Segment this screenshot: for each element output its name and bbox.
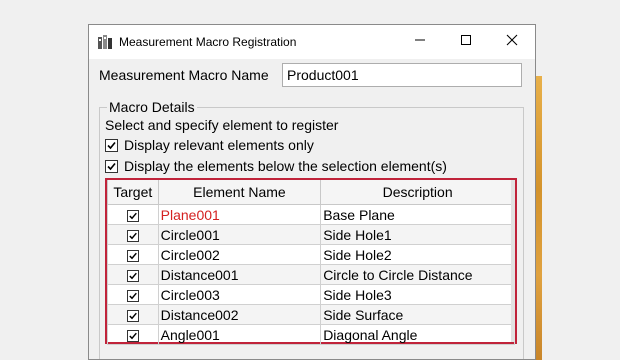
table-row[interactable]: Distance002 Side Surface xyxy=(107,304,515,325)
close-button[interactable] xyxy=(489,25,535,59)
background-window-area xyxy=(542,0,620,360)
table-header: Target Element Name Description xyxy=(107,180,515,205)
element-name-cell[interactable]: Distance001 xyxy=(157,264,322,285)
description-cell[interactable]: Side Hole3 xyxy=(320,284,515,305)
instruction-text: Select and specify element to register xyxy=(105,117,339,133)
target-cell[interactable] xyxy=(107,224,159,245)
minimize-icon xyxy=(414,33,426,51)
element-name-cell[interactable]: Distance002 xyxy=(157,304,322,325)
element-name-cell[interactable]: Plane001 xyxy=(157,204,322,225)
description-cell[interactable]: Side Hole2 xyxy=(320,244,515,265)
target-checkbox[interactable] xyxy=(126,229,139,242)
description-cell[interactable]: Circle to Circle Distance xyxy=(320,264,515,285)
relevant-elements-option[interactable]: Display relevant elements only xyxy=(105,137,314,153)
element-name-cell[interactable]: Circle001 xyxy=(157,224,322,245)
measurement-macro-dialog: Measurement Macro Registration Measureme… xyxy=(88,24,536,360)
relevant-elements-label: Display relevant elements only xyxy=(124,137,314,153)
table-row[interactable]: Plane001 Base Plane xyxy=(107,204,515,225)
below-selection-label: Display the elements below the selection… xyxy=(124,158,447,174)
column-header-element-name[interactable]: Element Name xyxy=(157,180,322,205)
table-row[interactable]: Angle001 Diagonal Angle xyxy=(107,324,515,345)
macro-name-input[interactable] xyxy=(282,63,522,87)
below-selection-checkbox[interactable] xyxy=(105,159,118,173)
description-cell[interactable]: Base Plane xyxy=(320,204,515,225)
below-selection-option[interactable]: Display the elements below the selection… xyxy=(105,158,447,174)
maximize-button[interactable] xyxy=(443,25,489,59)
target-cell[interactable] xyxy=(107,204,159,225)
target-checkbox[interactable] xyxy=(126,269,139,282)
target-checkbox[interactable] xyxy=(126,309,139,322)
target-cell[interactable] xyxy=(107,284,159,305)
app-icon xyxy=(97,34,113,50)
description-cell[interactable]: Diagonal Angle xyxy=(320,324,515,345)
close-icon xyxy=(506,33,518,51)
column-header-description[interactable]: Description xyxy=(320,180,515,205)
minimize-button[interactable] xyxy=(397,25,443,59)
title-bar[interactable]: Measurement Macro Registration xyxy=(89,25,535,59)
target-checkbox[interactable] xyxy=(126,289,139,302)
column-header-target[interactable]: Target xyxy=(107,180,159,205)
element-name-cell[interactable]: Circle003 xyxy=(157,284,322,305)
target-checkbox[interactable] xyxy=(126,249,139,262)
table-row[interactable]: Circle001 Side Hole1 xyxy=(107,224,515,245)
window-title: Measurement Macro Registration xyxy=(119,35,297,49)
target-cell[interactable] xyxy=(107,324,159,345)
description-cell[interactable]: Side Surface xyxy=(320,304,515,325)
maximize-icon xyxy=(460,33,472,51)
description-cell[interactable]: Side Hole1 xyxy=(320,224,515,245)
target-checkbox[interactable] xyxy=(126,329,139,342)
table-row[interactable]: Distance001 Circle to Circle Distance xyxy=(107,264,515,285)
relevant-elements-checkbox[interactable] xyxy=(105,138,118,152)
target-checkbox[interactable] xyxy=(126,209,139,222)
table-row[interactable]: Circle002 Side Hole2 xyxy=(107,244,515,265)
element-table: Target Element Name Description Plane001… xyxy=(105,178,517,345)
macro-name-label: Measurement Macro Name xyxy=(99,67,269,83)
element-name-cell[interactable]: Circle002 xyxy=(157,244,322,265)
target-cell[interactable] xyxy=(107,244,159,265)
table-row[interactable]: Circle003 Side Hole3 xyxy=(107,284,515,305)
target-cell[interactable] xyxy=(107,304,159,325)
element-name-cell[interactable]: Angle001 xyxy=(157,324,322,345)
macro-details-legend: Macro Details xyxy=(107,99,197,115)
table-scrollbar[interactable] xyxy=(511,180,515,342)
target-cell[interactable] xyxy=(107,264,159,285)
